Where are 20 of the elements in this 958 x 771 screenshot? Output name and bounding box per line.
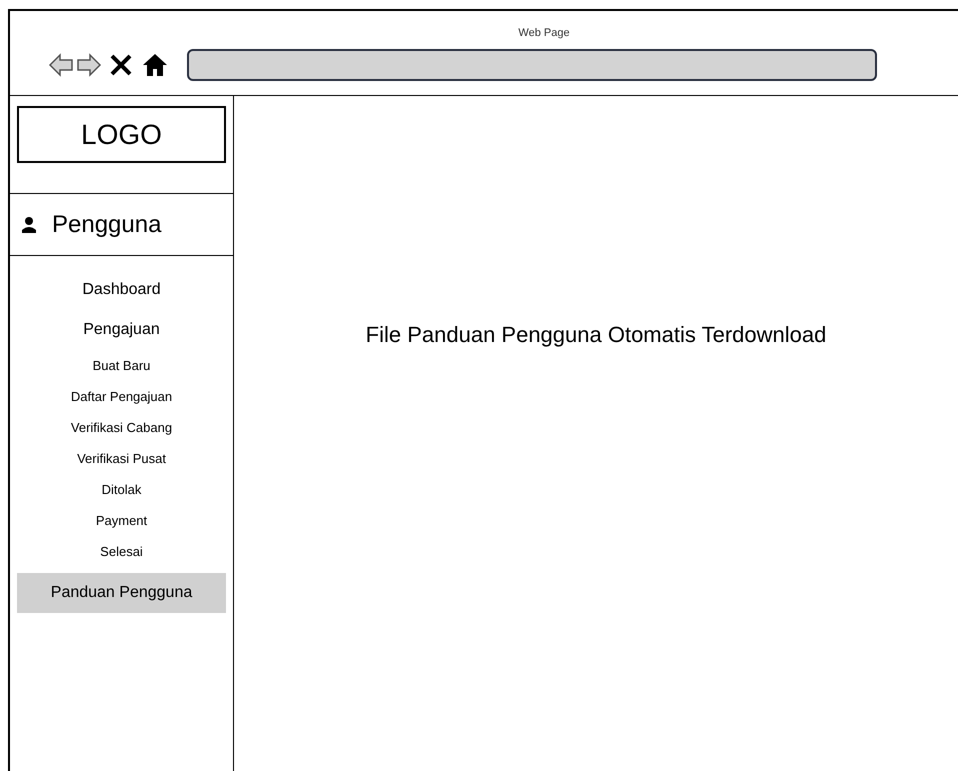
sidebar-item[interactable]: Pengajuan bbox=[17, 310, 226, 350]
sidebar-item[interactable]: Buat Baru bbox=[17, 350, 226, 381]
home-icon[interactable] bbox=[142, 52, 168, 78]
close-icon[interactable] bbox=[108, 52, 134, 78]
back-arrow-icon[interactable] bbox=[48, 52, 74, 78]
sidebar-item[interactable]: Daftar Pengajuan bbox=[17, 381, 226, 412]
sidebar-item[interactable]: Verifikasi Cabang bbox=[17, 412, 226, 443]
download-message: File Panduan Pengguna Otomatis Terdownload bbox=[366, 321, 826, 348]
sidebar-item[interactable]: Payment bbox=[17, 505, 226, 536]
forward-arrow-icon[interactable] bbox=[76, 52, 102, 78]
logo-box: LOGO bbox=[17, 106, 226, 163]
sidebar-item[interactable]: Ditolak bbox=[17, 474, 226, 505]
user-name[interactable]: Pengguna bbox=[52, 206, 162, 242]
window-title: Web Page bbox=[518, 26, 570, 40]
sidebar-item[interactable]: Selesai bbox=[17, 536, 226, 567]
sidebar-item[interactable]: Verifikasi Pusat bbox=[17, 443, 226, 474]
user-icon bbox=[22, 216, 36, 232]
address-bar[interactable] bbox=[187, 49, 877, 81]
sidebar-item[interactable]: Dashboard bbox=[17, 270, 226, 310]
sidebar-item[interactable]: Panduan Pengguna bbox=[17, 573, 226, 613]
